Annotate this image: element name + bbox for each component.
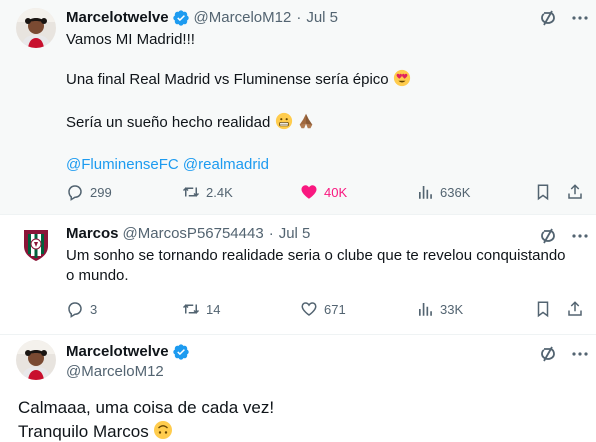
tweet-text: Vamos MI Madrid!!! Una final Real Madrid… (66, 30, 411, 175)
avatar[interactable] (16, 8, 56, 48)
grok-icon[interactable] (538, 344, 558, 364)
views-button[interactable]: 636K (416, 183, 470, 201)
views-count: 636K (440, 184, 471, 200)
views-icon (416, 183, 434, 201)
tweet-line: Una final Real Madrid vs Fluminense serí… (66, 71, 389, 88)
tweet-text: Um sonho se tornando realidade seria o c… (66, 246, 566, 286)
grok-icon[interactable] (538, 8, 558, 28)
tweet-actions: 3 14 671 33K (66, 299, 586, 319)
share-icon (566, 300, 584, 318)
grimacing-emoji-icon (275, 112, 293, 136)
tweet-text: Calmaaa, uma coisa de cada vez! Tranquil… (18, 396, 274, 442)
upside-down-face-emoji-icon (153, 420, 173, 442)
folded-hands-emoji-icon (297, 112, 315, 136)
tweet-header-actions (538, 344, 590, 364)
repost-count: 14 (206, 301, 221, 317)
bookmark-icon (534, 183, 552, 201)
verified-badge-icon (172, 9, 190, 27)
avatar[interactable] (16, 340, 56, 380)
share-button[interactable] (566, 300, 584, 318)
author-name[interactable]: Marcelotwelve (66, 8, 169, 28)
like-count: 671 (324, 301, 346, 317)
grok-icon[interactable] (538, 226, 558, 246)
heart-icon (300, 183, 318, 201)
tweet-date[interactable]: Jul 5 (279, 224, 311, 244)
tweet-line: o mundo. (66, 267, 129, 284)
reply-count: 3 (90, 301, 98, 317)
views-icon (416, 300, 434, 318)
separator-dot: · (268, 225, 274, 242)
share-button[interactable] (566, 183, 584, 201)
reply-button[interactable]: 3 (66, 300, 97, 318)
reply-icon (66, 300, 84, 318)
tweet-header: Marcelotwelve (66, 342, 190, 362)
tweet-line: Sería un sueño hecho realidad (66, 114, 271, 131)
tweet-line: Tranquilo Marcos (18, 422, 149, 441)
reply-icon (66, 183, 84, 201)
views-button[interactable]: 33K (416, 300, 463, 318)
separator-dot: · (296, 9, 302, 26)
more-icon[interactable] (570, 226, 590, 246)
tweet-actions: 299 2.4K 40K 636K (66, 182, 586, 202)
tweet-main[interactable]: Marcelotwelve @MarceloM12 · Jul 5 Vamos … (0, 0, 596, 215)
tweet-reply[interactable]: Marcos @MarcosP56754443 · Jul 5 Um sonho… (0, 214, 596, 335)
views-count: 33K (440, 301, 464, 317)
repost-count: 2.4K (206, 184, 233, 200)
tweet-line: Vamos MI Madrid!!! (66, 31, 195, 48)
reply-count: 299 (90, 184, 112, 200)
author-handle[interactable]: @MarceloM12 (66, 362, 164, 382)
tweet-line: Um sonho se tornando realidade seria o c… (66, 247, 566, 264)
repost-icon (182, 300, 200, 318)
tweet-header: Marcos @MarcosP56754443 · Jul 5 (66, 224, 310, 244)
verified-badge-icon (172, 343, 190, 361)
tweet-header-actions (538, 226, 590, 246)
heart-icon (300, 300, 318, 318)
bookmark-icon (534, 300, 552, 318)
like-button[interactable]: 40K (300, 183, 347, 201)
heart-eyes-emoji-icon (393, 69, 411, 93)
repost-icon (182, 183, 200, 201)
tweet-handle-line: @MarceloM12 (66, 362, 164, 382)
tweet-mentions[interactable]: @FluminenseFC @realmadrid (66, 155, 411, 175)
like-button[interactable]: 671 (300, 300, 346, 318)
author-handle[interactable]: @MarcosP56754443 (123, 224, 264, 244)
bookmark-button[interactable] (534, 183, 552, 201)
tweet-thread: Marcelotwelve @MarceloM12 · Jul 5 Vamos … (0, 0, 596, 442)
tweet-header-actions (538, 8, 590, 28)
like-count: 40K (324, 184, 348, 200)
bookmark-button[interactable] (534, 300, 552, 318)
avatar[interactable] (16, 224, 56, 264)
tweet-line: Calmaaa, uma coisa de cada vez! (18, 398, 275, 417)
author-name[interactable]: Marcelotwelve (66, 342, 169, 362)
reply-button[interactable]: 299 (66, 183, 112, 201)
more-icon[interactable] (570, 344, 590, 364)
share-icon (566, 183, 584, 201)
repost-button[interactable]: 2.4K (182, 183, 233, 201)
author-handle[interactable]: @MarceloM12 (194, 8, 292, 28)
more-icon[interactable] (570, 8, 590, 28)
tweet-date[interactable]: Jul 5 (306, 8, 338, 28)
repost-button[interactable]: 14 (182, 300, 220, 318)
author-name[interactable]: Marcos (66, 224, 119, 244)
tweet-focused[interactable]: Marcelotwelve @MarceloM12 Calmaaa, uma c… (0, 334, 596, 442)
tweet-header: Marcelotwelve @MarceloM12 · Jul 5 (66, 8, 338, 28)
